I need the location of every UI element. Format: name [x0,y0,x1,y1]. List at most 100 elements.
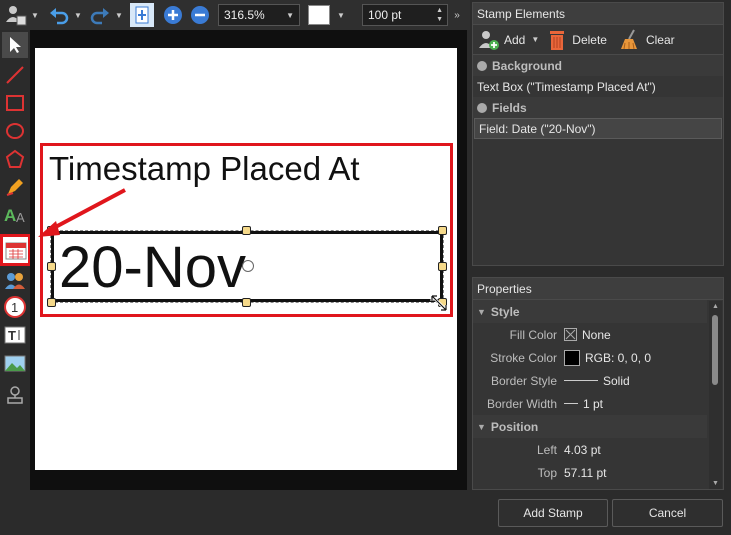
scrollbar-thumb[interactable] [712,315,718,385]
resize-handle[interactable] [438,226,447,235]
elements-toolbar: Add ▼ Delete Clear [473,25,723,55]
select-arrow-icon[interactable] [2,32,28,58]
properties-grid: ▼ Style Fill Color None Stroke Color RGB… [473,300,709,489]
panel-title: Properties [473,278,723,300]
resize-handle[interactable] [438,262,447,271]
fill-color-row[interactable]: Fill Color None [473,323,707,346]
annotation-arrow-icon [38,188,126,237]
scroll-down-icon[interactable]: ▼ [712,480,719,487]
date-icon[interactable] [0,234,31,266]
chevron-down-icon[interactable]: ▼ [336,3,346,27]
stamp-user-icon[interactable] [3,3,29,27]
chevron-down-icon[interactable]: ▼ [73,3,83,27]
scroll-up-icon[interactable]: ▲ [712,303,719,310]
top-row[interactable]: Top 57.11 pt [473,461,707,484]
zoom-out-icon[interactable] [189,3,211,27]
expand-icon[interactable]: » [451,3,463,27]
background-item[interactable]: Text Box ("Timestamp Placed At") [473,76,723,97]
style-section[interactable]: ▼ Style [473,300,707,323]
stamp-elements-panel: Stamp Elements Add ▼ Delete Clear Backgr… [472,2,724,266]
tool-palette: AA 1 T [0,30,31,490]
resize-handle[interactable] [47,298,56,307]
fields-section[interactable]: Fields [473,97,723,118]
cancel-button[interactable]: Cancel [612,499,723,527]
properties-scrollbar[interactable]: ▲ ▼ [709,301,722,489]
image-icon[interactable] [2,350,28,376]
stamp-title-text[interactable]: Timestamp Placed At [49,150,360,188]
left-value[interactable]: 4.03 pt [561,443,601,457]
chevron-down-icon: ▼ [286,10,294,20]
text-icon[interactable]: AA [2,202,28,228]
redo-icon[interactable] [87,3,113,27]
top-value[interactable]: 57.11 pt [561,466,606,480]
panel-title: Stamp Elements [473,3,723,25]
add-label: Add [504,32,526,47]
border-width-label: Border Width [486,396,557,411]
fill-color-swatch[interactable] [306,3,332,27]
rectangle-icon[interactable] [2,90,28,116]
polygon-icon[interactable] [2,146,28,172]
resize-cursor-icon [430,294,448,312]
chevron-down-icon: ▼ [531,35,540,44]
stroke-color-text: RGB: 0, 0, 0 [585,350,652,365]
position-section[interactable]: ▼ Position [473,415,707,438]
stroke-color-value[interactable]: RGB: 0, 0, 0 [561,349,652,366]
chevron-down-icon[interactable]: ▼ [114,3,124,27]
chevron-down-icon: ▼ [477,306,486,317]
style-section-label: Style [490,304,520,319]
undo-icon[interactable] [46,3,72,27]
add-button[interactable]: Add ▼ [477,28,539,52]
chevron-down-icon[interactable]: ▼ [30,3,40,27]
broom-icon [620,29,637,49]
properties-panel: Properties ▼ Style Fill Color None Strok… [472,277,724,490]
add-user-icon [479,30,499,50]
stamp-icon[interactable] [2,382,28,408]
no-fill-icon [564,328,577,341]
line-icon[interactable] [2,62,28,88]
delete-button[interactable]: Delete [547,29,607,51]
left-row[interactable]: Left 4.03 pt [473,438,707,461]
background-section[interactable]: Background [473,55,723,76]
fill-color-value[interactable]: None [561,328,611,342]
position-section-label: Position [490,419,539,434]
spin-icon[interactable]: ▲ ▼ [436,6,443,24]
stroke-width-input[interactable]: 100 pt ▲ ▼ [362,4,448,26]
stroke-color-row[interactable]: Stroke Color RGB: 0, 0, 0 [473,346,707,369]
number-icon[interactable]: 1 [2,294,28,320]
ellipse-icon[interactable] [2,118,28,144]
line-width-icon [564,403,578,404]
fields-item-selected[interactable]: Field: Date ("20-Nov") [474,118,722,139]
svg-text:1: 1 [11,300,18,315]
svg-text:A: A [4,206,16,225]
border-style-row[interactable]: Border Style Solid [473,369,707,392]
top-label: Top [537,465,557,480]
users-icon[interactable] [2,268,28,294]
resize-handle[interactable] [242,298,251,307]
left-label: Left [536,442,557,457]
zoom-in-icon[interactable] [162,3,184,27]
top-toolbar: ▼ ▼ ▼ 316.5% ▼ ▼ 100 pt ▲ ▼ » [0,0,470,30]
fields-section-label: Fields [492,100,527,115]
text-box-icon[interactable]: T [2,322,28,348]
trash-icon [550,30,565,50]
fill-color-text: None [582,327,611,342]
clear-label: Clear [645,32,675,47]
border-width-value[interactable]: 1 pt [561,397,603,411]
svg-text:A: A [16,210,25,225]
border-width-row[interactable]: Border Width 1 pt [473,392,707,415]
zoom-value: 316.5% [224,8,265,22]
resize-handle[interactable] [47,262,56,271]
resize-handle[interactable] [242,226,251,235]
solid-line-icon [564,380,598,381]
border-style-value[interactable]: Solid [561,374,630,388]
zoom-select[interactable]: 316.5% ▼ [218,4,300,26]
collapse-icon [477,60,487,71]
clear-button[interactable]: Clear [619,29,675,51]
collapse-icon [477,102,487,113]
fit-page-icon[interactable] [130,3,154,27]
background-section-label: Background [492,58,563,73]
stroke-color-label: Stroke Color [490,350,557,365]
center-handle[interactable] [242,260,254,272]
add-stamp-button[interactable]: Add Stamp [498,499,608,527]
pencil-icon[interactable] [2,174,28,200]
